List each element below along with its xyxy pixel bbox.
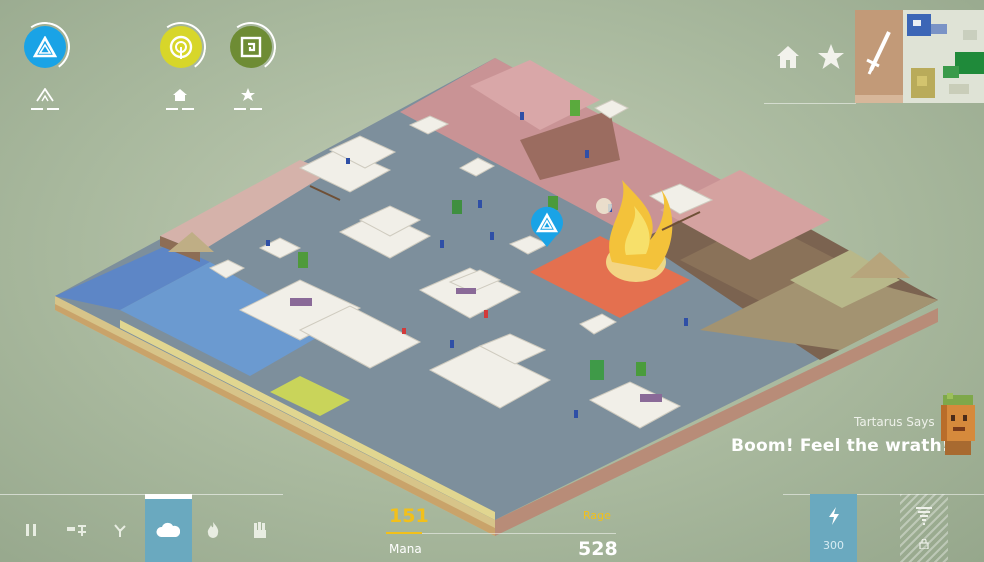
lightning-cost: 300 — [823, 539, 844, 552]
cloud-icon — [156, 522, 181, 537]
build-tools-button[interactable] — [60, 510, 94, 550]
sword-icon — [866, 31, 891, 75]
weather-button[interactable] — [151, 510, 185, 550]
mana-divider — [422, 533, 616, 534]
sun-progress-ring — [152, 18, 210, 76]
star-symbol — [230, 86, 266, 110]
rage-value: 528 — [578, 538, 618, 560]
plant-icon — [114, 524, 126, 537]
home-icon — [173, 89, 187, 101]
spirit-progress-ring — [16, 18, 74, 76]
home-button[interactable] — [771, 40, 805, 74]
pause-button[interactable] — [14, 510, 48, 550]
god-spirit-button[interactable] — [16, 18, 74, 76]
pause-icon — [26, 524, 36, 536]
mana-label: Mana — [389, 542, 422, 556]
tornado-power-button[interactable] — [900, 494, 948, 562]
plant-button[interactable] — [103, 510, 137, 550]
lock-icon — [900, 538, 948, 552]
fire-icon — [207, 522, 219, 538]
speaker-name: Tartarus Says — [854, 415, 935, 429]
fire-button[interactable] — [196, 510, 230, 550]
god-earth-button[interactable] — [222, 18, 280, 76]
lightning-icon — [810, 506, 857, 533]
star-button[interactable] — [814, 40, 848, 74]
home-icon — [777, 46, 799, 68]
mana-bar — [386, 532, 422, 534]
fist-icon — [254, 522, 266, 538]
game-viewport[interactable]: 151 Mana Rage 528 300 Tartarus Says Boom… — [0, 0, 984, 562]
earth-progress-ring — [222, 18, 280, 76]
lightning-power-button[interactable]: 300 — [810, 494, 857, 562]
island-board[interactable] — [0, 0, 984, 562]
fist-button[interactable] — [243, 510, 277, 550]
toolbar-divider — [0, 494, 283, 495]
top-right-divider — [764, 103, 856, 104]
player-marker-icon[interactable] — [530, 206, 564, 248]
tornado-icon — [900, 506, 948, 531]
tartarus-avatar — [941, 393, 975, 455]
star-icon — [241, 88, 255, 101]
god-sun-button[interactable] — [152, 18, 210, 76]
tools-icon — [67, 525, 86, 536]
minimap[interactable] — [903, 10, 984, 103]
star-icon — [818, 44, 844, 69]
mana-value: 151 — [389, 505, 429, 527]
speech-message: Boom! Feel the wrath! — [731, 436, 950, 456]
spirit-symbol — [27, 86, 63, 110]
home-symbol — [162, 86, 198, 110]
rage-label: Rage — [583, 509, 611, 522]
sword-tab[interactable] — [855, 10, 903, 103]
